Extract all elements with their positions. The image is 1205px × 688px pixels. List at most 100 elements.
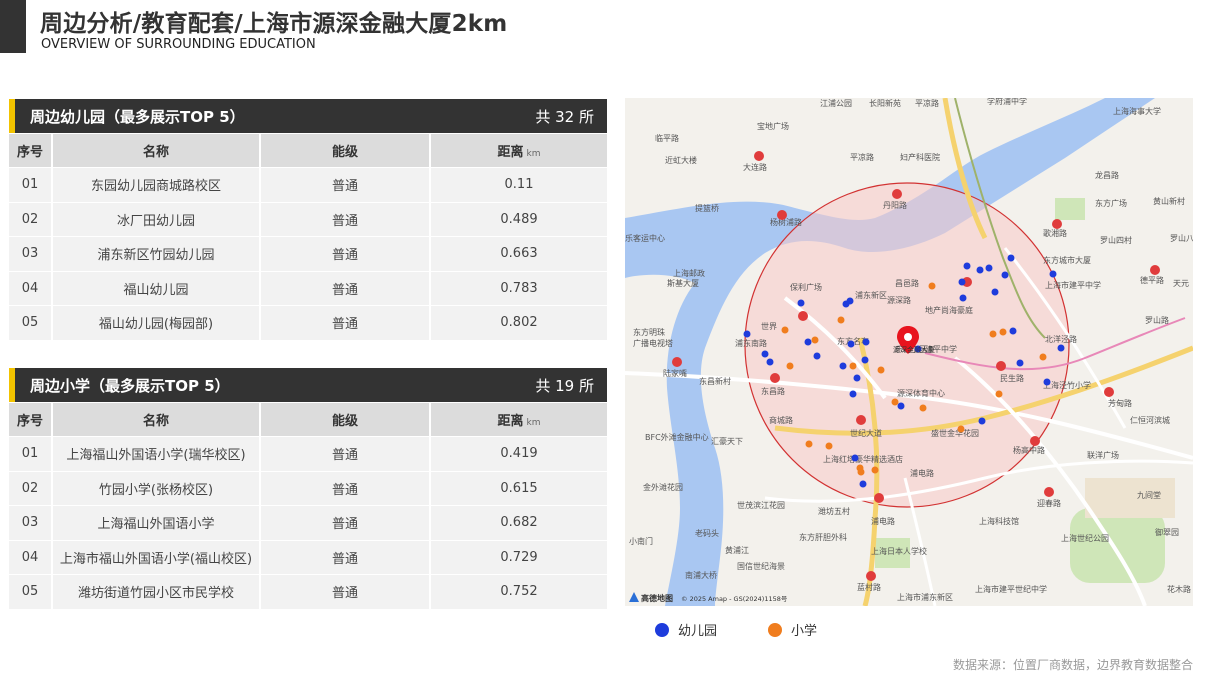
school-level-cell: 普通	[261, 167, 431, 202]
map-label: 杨树浦路	[770, 217, 802, 227]
school-level-cell: 普通	[261, 305, 431, 340]
century-park-area	[1070, 508, 1165, 583]
primary-marker[interactable]	[805, 440, 813, 448]
primary-marker[interactable]	[811, 336, 819, 344]
map-label: 斯基大厦	[667, 278, 699, 288]
primary-marker[interactable]	[891, 398, 899, 406]
column-header-level: 能级	[261, 402, 431, 436]
map-label: 世界	[761, 321, 777, 331]
map-label: 陆家嘴	[663, 368, 687, 378]
primary-marker[interactable]	[928, 282, 936, 290]
school-level-cell: 普通	[261, 574, 431, 609]
distance-cell: 0.682	[431, 505, 607, 540]
primary-marker[interactable]	[781, 326, 789, 334]
map-label: 黄浦江	[725, 545, 749, 555]
table-row: 02 冰厂田幼儿园 普通 0.489	[9, 201, 607, 236]
page-title: 周边分析/教育配套/上海市源深金融大厦2km	[40, 11, 508, 37]
kindergarten-marker[interactable]	[976, 266, 984, 274]
kindergarten-marker[interactable]	[1016, 359, 1024, 367]
primary-marker[interactable]	[989, 330, 997, 338]
primary-marker[interactable]	[957, 425, 965, 433]
kindergarten-marker[interactable]	[813, 352, 821, 360]
metro-station-icon	[996, 361, 1006, 371]
kindergarten-marker[interactable]	[897, 402, 905, 410]
map-label: 上海海事大学	[1113, 106, 1161, 116]
distance-cell: 0.419	[431, 436, 607, 471]
kindergarten-marker[interactable]	[1009, 327, 1017, 335]
map-label: 学府浦中学	[987, 98, 1027, 106]
primary-marker[interactable]	[919, 404, 927, 412]
primary-panel-header: 周边小学（最多展示TOP 5） 共 19 所	[9, 368, 607, 402]
map-label: 平凉路	[915, 98, 939, 108]
kindergarten-marker[interactable]	[851, 454, 859, 462]
data-source-note: 数据来源：位置厂商数据，边界教育数据整合	[952, 658, 1193, 672]
school-name-cell: 福山幼儿园(梅园部)	[53, 305, 261, 340]
primary-marker[interactable]	[849, 362, 857, 370]
kindergarten-marker[interactable]	[797, 299, 805, 307]
primary-marker[interactable]	[877, 366, 885, 374]
kindergarten-marker[interactable]	[853, 374, 861, 382]
kindergarten-marker[interactable]	[861, 356, 869, 364]
distance-cell: 0.802	[431, 305, 607, 340]
kindergarten-marker[interactable]	[1001, 271, 1009, 279]
column-header-level: 能级	[261, 133, 431, 167]
map-label: BFC外滩金融中心	[645, 432, 709, 442]
primary-marker[interactable]	[1039, 353, 1047, 361]
primary-panel: 周边小学（最多展示TOP 5） 共 19 所 序号 名称 能级 距离 km 01 上…	[9, 368, 607, 609]
surrounding-map[interactable]: 江浦公园 长阳新苑 平凉路 学府浦中学 上海海事大学 宝地广场 临平路 近虹大楼…	[625, 98, 1193, 606]
kindergarten-marker[interactable]	[1007, 254, 1015, 262]
map-label: 罗山八村	[1170, 233, 1193, 243]
row-index-cell: 04	[9, 270, 53, 305]
kindergarten-legend-dot	[655, 622, 669, 637]
metro-station-icon	[1044, 487, 1054, 497]
map-label: 源深路	[887, 295, 911, 305]
primary-marker[interactable]	[871, 466, 879, 474]
kindergarten-marker[interactable]	[985, 264, 993, 272]
kindergarten-marker[interactable]	[963, 262, 971, 270]
kindergarten-marker[interactable]	[859, 480, 867, 488]
column-header-index: 序号	[9, 402, 53, 436]
map-label: 芳甸路	[1108, 398, 1132, 408]
distance-cell: 0.11	[431, 167, 607, 202]
primary-marker[interactable]	[825, 442, 833, 450]
primary-marker[interactable]	[857, 468, 865, 476]
school-level-cell: 普通	[261, 436, 431, 471]
map-label: 国信世纪海景	[737, 561, 785, 571]
map-label: 东方肝胆外科	[799, 532, 847, 542]
kindergarten-marker[interactable]	[743, 330, 751, 338]
primary-marker[interactable]	[995, 390, 1003, 398]
kindergarten-marker[interactable]	[991, 288, 999, 296]
kindergarten-marker[interactable]	[761, 350, 769, 358]
kindergarten-marker[interactable]	[1049, 270, 1057, 278]
kindergarten-marker[interactable]	[766, 358, 774, 366]
kindergarten-marker[interactable]	[849, 390, 857, 398]
map-label: 东方明珠	[633, 327, 665, 337]
school-name-cell: 上海福山外国语小学	[53, 505, 261, 540]
kindergarten-marker[interactable]	[847, 340, 855, 348]
map-label: 地产尚海豪庭	[925, 305, 973, 315]
map-label: 丹阳路	[883, 200, 907, 210]
kindergarten-marker[interactable]	[846, 297, 854, 305]
row-index-cell: 02	[9, 470, 53, 505]
kindergarten-marker[interactable]	[1057, 344, 1065, 352]
map-label: 浦电路	[910, 468, 934, 478]
school-name-cell: 潍坊街道竹园小区市民学校	[53, 574, 261, 609]
kindergarten-marker[interactable]	[959, 294, 967, 302]
primary-marker[interactable]	[837, 316, 845, 324]
kindergarten-marker[interactable]	[1043, 378, 1051, 386]
column-header-distance-label: 距离	[497, 145, 524, 160]
map-label: 罗山四村	[1100, 235, 1132, 245]
table-header-row: 序号 名称 能级 距离 km	[9, 402, 607, 436]
kindergarten-marker[interactable]	[862, 338, 870, 346]
kindergarten-marker[interactable]	[978, 417, 986, 425]
column-header-index: 序号	[9, 133, 53, 167]
primary-marker[interactable]	[786, 362, 794, 370]
metro-station-icon	[874, 493, 884, 503]
kindergarten-marker[interactable]	[804, 338, 812, 346]
kindergarten-marker[interactable]	[839, 362, 847, 370]
map-label: 蓝村路	[857, 582, 881, 592]
primary-marker[interactable]	[999, 328, 1007, 336]
kindergarten-marker[interactable]	[958, 278, 966, 286]
map-label: 老码头	[695, 528, 719, 538]
metro-station-icon	[798, 311, 808, 321]
